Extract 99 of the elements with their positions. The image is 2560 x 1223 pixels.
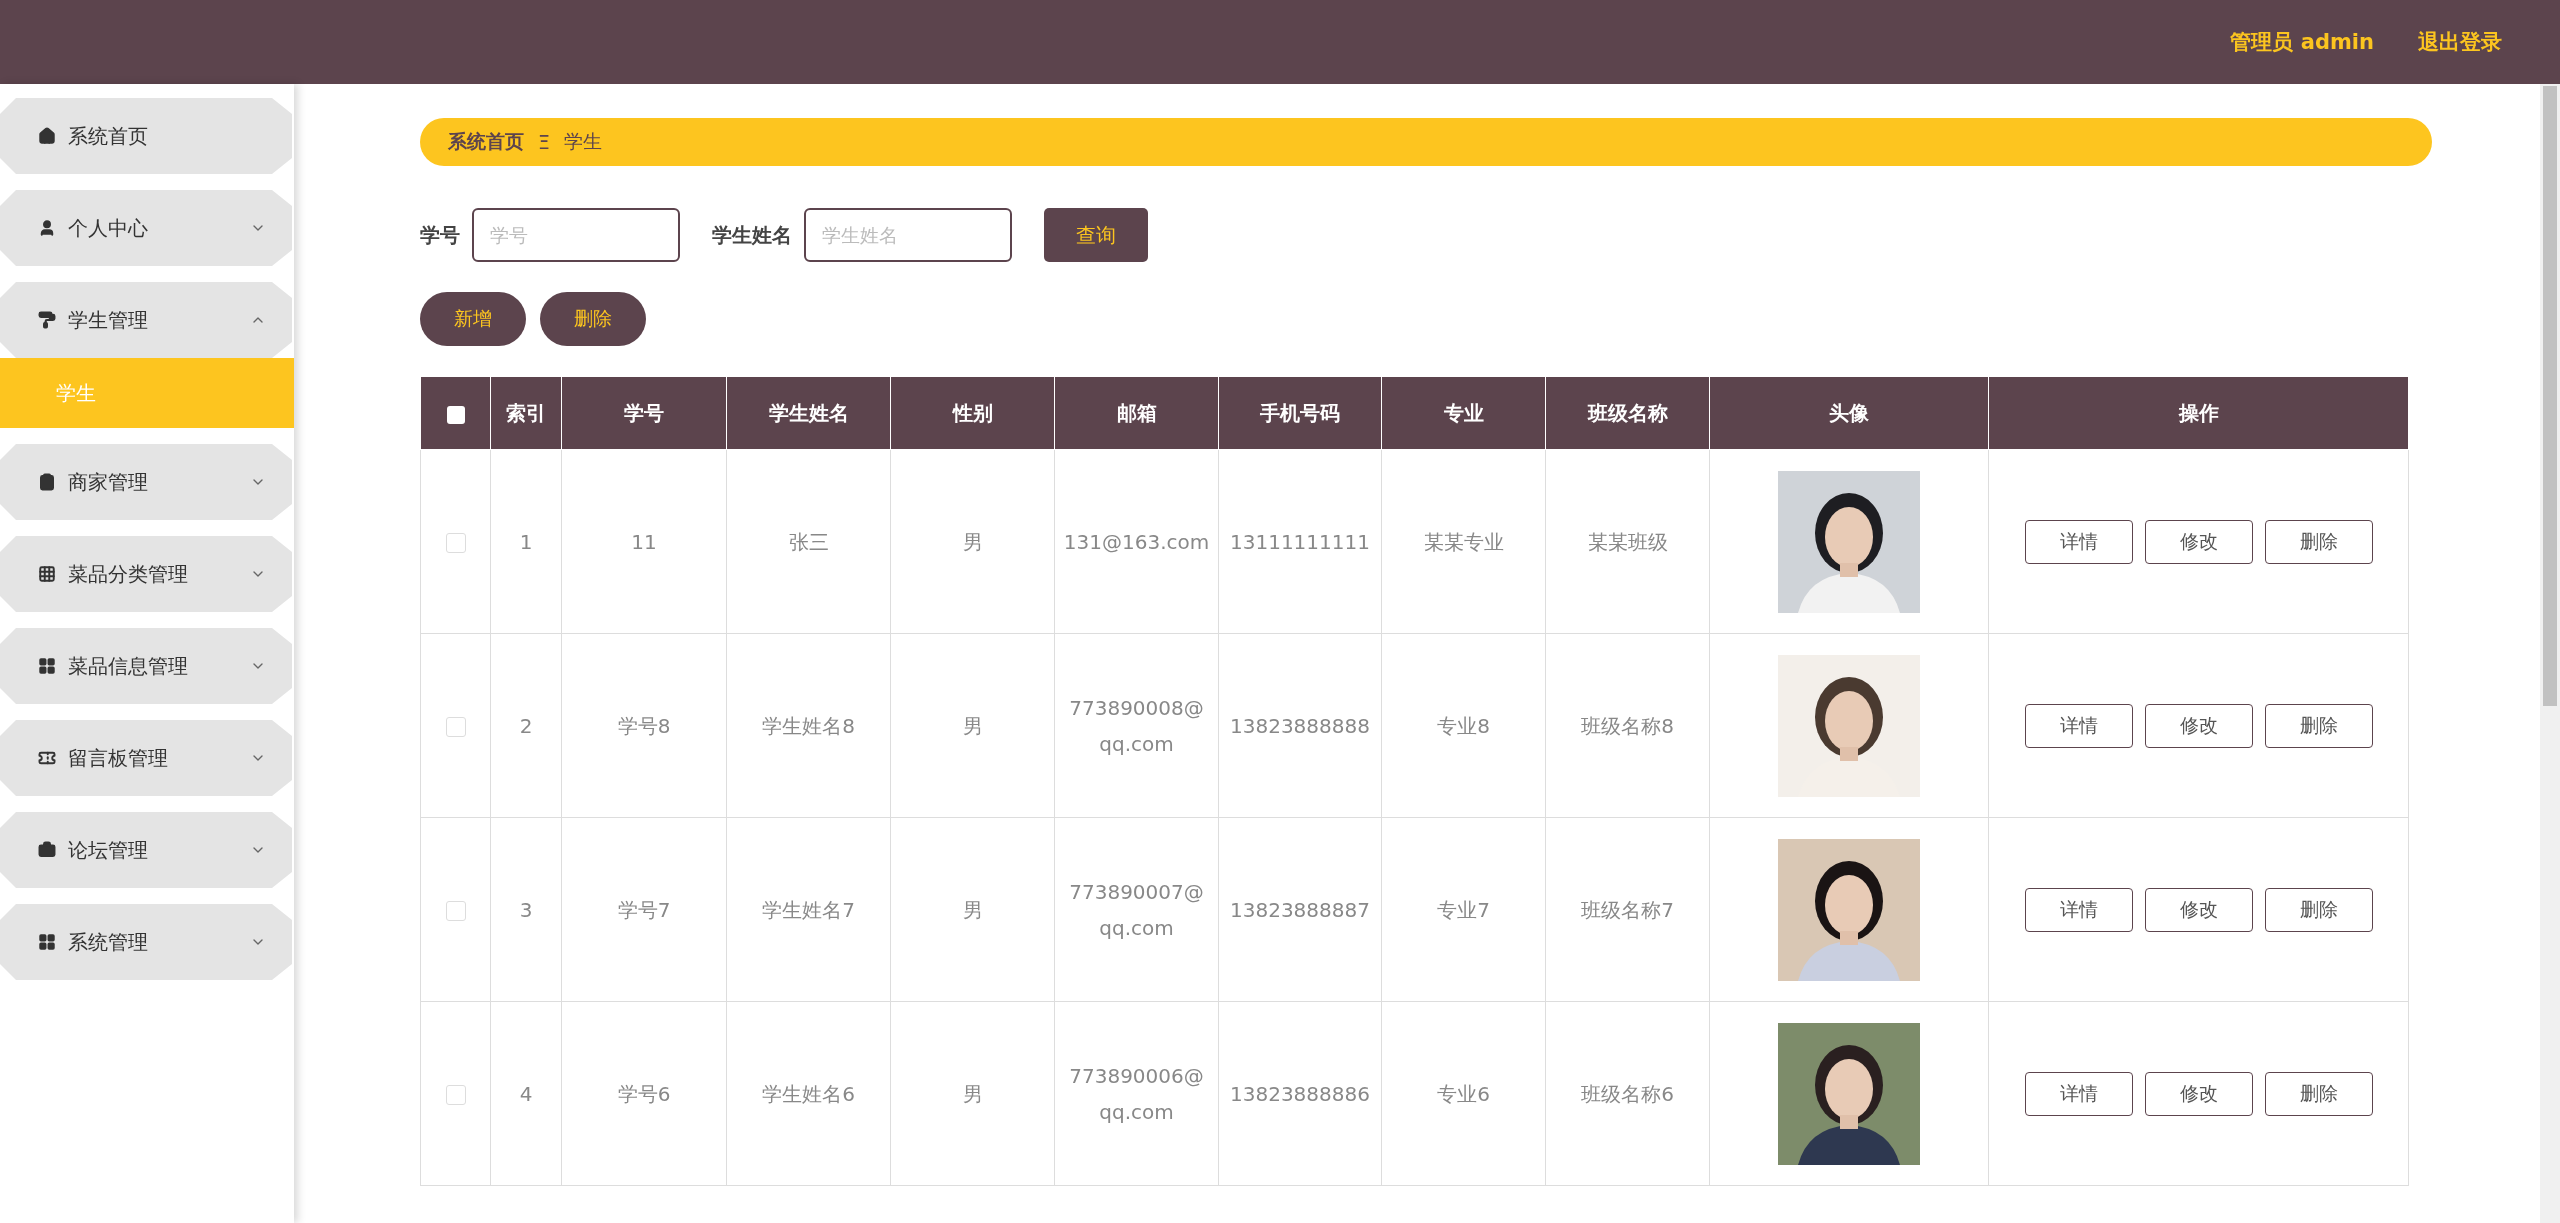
edit-button[interactable]: 修改 (2144, 1071, 2253, 1116)
table-cell: 某某班级 (1545, 449, 1710, 634)
table-cell: 13823888887 (1218, 817, 1382, 1002)
column-header: 手机号码 (1218, 376, 1382, 450)
row-checkbox[interactable] (445, 901, 466, 921)
column-header: 操作 (1988, 376, 2409, 450)
tiles-icon (38, 933, 56, 951)
delete-button[interactable]: 删除 (2264, 519, 2373, 564)
scrollbar[interactable] (2540, 84, 2560, 1223)
sidebar-item-label: 个人中心 (68, 214, 149, 242)
sidebar-item[interactable]: 留言板管理 (0, 720, 292, 796)
sidebar-item-label: 商家管理 (68, 468, 149, 496)
table-cell: 学号8 (561, 633, 727, 818)
table-cell: 学生姓名7 (726, 817, 891, 1002)
table-cell: 773890008@qq.com (1054, 633, 1219, 818)
table-cell: 男 (890, 633, 1055, 818)
row-checkbox[interactable] (445, 533, 466, 553)
table-cell: 11 (561, 449, 727, 634)
delete-button[interactable]: 删除 (2264, 703, 2373, 748)
sidebar-item[interactable]: 菜品分类管理 (0, 536, 292, 612)
column-header: 性别 (890, 376, 1055, 450)
table-cell: 张三 (726, 449, 891, 634)
table-cell: 13111111111 (1218, 449, 1382, 634)
table-cell: 4 (490, 1001, 562, 1186)
sidebar-item-label: 菜品分类管理 (68, 560, 189, 588)
table-cell: 班级名称7 (1545, 817, 1710, 1002)
add-button[interactable]: 新增 (420, 292, 526, 346)
clipboard-icon (38, 473, 56, 491)
search-field[interactable]: 学号 (472, 208, 680, 262)
home-icon (38, 127, 56, 145)
details-button[interactable]: 详情 (2024, 703, 2133, 748)
details-button[interactable]: 详情 (2024, 519, 2133, 564)
table-cell: 学生姓名8 (726, 633, 891, 818)
sidebar-item-label: 系统管理 (68, 928, 149, 956)
edit-button[interactable]: 修改 (2144, 887, 2253, 932)
table-cell: 学号7 (561, 817, 727, 1002)
sidebar-item[interactable]: 系统管理 (0, 904, 292, 980)
table-cell: 773890007@qq.com (1054, 817, 1219, 1002)
details-button[interactable]: 详情 (2024, 887, 2133, 932)
sidebar-item-label: 系统首页 (68, 122, 149, 150)
sidebar-item-label: 学生管理 (68, 306, 149, 334)
field-label: 学生姓名 (712, 221, 792, 249)
table-cell: 某某专业 (1381, 449, 1546, 634)
delete-button[interactable]: 删除 (2264, 1071, 2373, 1116)
column-header: 班级名称 (1545, 376, 1710, 450)
sidebar-item[interactable]: 菜品信息管理 (0, 628, 292, 704)
table-cell: 班级名称8 (1545, 633, 1710, 818)
sidebar-item-label: 论坛管理 (68, 836, 149, 864)
breadcrumb-home[interactable]: 系统首页 (448, 129, 524, 155)
paint-roller-icon (38, 311, 56, 329)
column-header: 索引 (490, 376, 562, 450)
table-cell: 3 (490, 817, 562, 1002)
table-cell: 学号6 (561, 1001, 727, 1186)
column-header: 学生姓名 (726, 376, 891, 450)
table-cell: 专业8 (1381, 633, 1546, 818)
column-header: 学号 (561, 376, 727, 450)
field-label: 学号 (420, 221, 460, 249)
table-cell: 男 (890, 817, 1055, 1002)
table-cell: 学生姓名6 (726, 1001, 891, 1186)
delete-button[interactable]: 删除 (540, 292, 646, 346)
user-icon (38, 219, 56, 237)
sidebar-item[interactable]: 个人中心 (0, 190, 292, 266)
ticket-icon (38, 749, 56, 767)
delete-button[interactable]: 删除 (2264, 887, 2373, 932)
admin-user-link[interactable]: 管理员 admin (2230, 28, 2374, 56)
sidebar-item-label: 菜品信息管理 (68, 652, 189, 680)
tiles-icon (38, 657, 56, 675)
row-checkbox[interactable] (445, 1085, 466, 1105)
table-cell: 专业7 (1381, 817, 1546, 1002)
breadcrumb-current: 学生 (564, 129, 602, 154)
sidebar-item[interactable]: 系统首页 (0, 98, 292, 174)
table-cell: 男 (890, 1001, 1055, 1186)
table-cell: 班级名称6 (1545, 1001, 1710, 1186)
briefcase-icon (38, 841, 56, 859)
query-button[interactable]: 查询 (1044, 208, 1148, 262)
column-header: 邮箱 (1054, 376, 1219, 450)
sidebar-item[interactable]: 商家管理 (0, 444, 292, 520)
table-cell: 1 (490, 449, 562, 634)
table-cell: 131@163.com (1054, 449, 1219, 634)
breadcrumb-separator: Ξ (538, 131, 550, 153)
sidebar-item-label: 留言板管理 (68, 744, 169, 772)
column-header: 专业 (1381, 376, 1546, 450)
table-cell: 13823888886 (1218, 1001, 1382, 1186)
table-cell: 2 (490, 633, 562, 818)
column-header: 头像 (1709, 376, 1989, 450)
edit-button[interactable]: 修改 (2144, 703, 2253, 748)
table-cell: 773890006@qq.com (1054, 1001, 1219, 1186)
table-cell: 男 (890, 449, 1055, 634)
sidebar-item[interactable]: 学生管理 (0, 282, 292, 358)
details-button[interactable]: 详情 (2024, 1071, 2133, 1116)
select-all-checkbox[interactable] (446, 405, 465, 424)
grid-icon (38, 565, 56, 583)
search-field[interactable]: 学生姓名 (804, 208, 1012, 262)
row-checkbox[interactable] (445, 717, 466, 737)
sidebar-item[interactable]: 论坛管理 (0, 812, 292, 888)
edit-button[interactable]: 修改 (2144, 519, 2253, 564)
table-cell: 专业6 (1381, 1001, 1546, 1186)
logout-link[interactable]: 退出登录 (2418, 28, 2502, 56)
table-cell: 13823888888 (1218, 633, 1382, 818)
